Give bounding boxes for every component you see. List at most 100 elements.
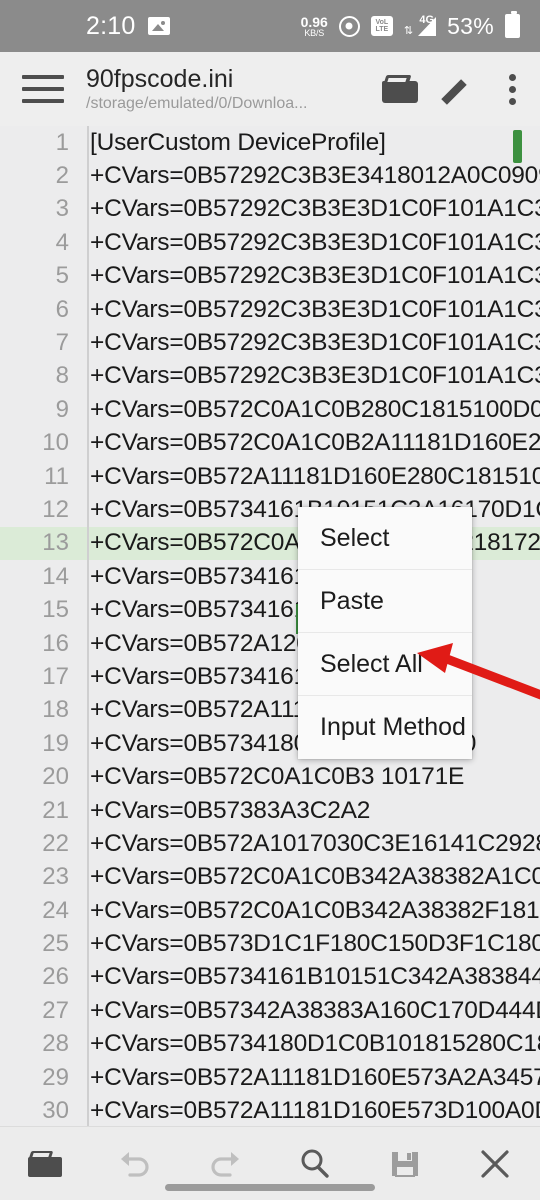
editor-line[interactable]: 9 +CVars=0B572C0A1C0B280C1815100D002A1C0D bbox=[0, 393, 540, 426]
editor-line[interactable]: 24 +CVars=0B572C0A1C0B342A38382F18150C1C4… bbox=[0, 894, 540, 927]
undo-button[interactable] bbox=[90, 1149, 180, 1179]
text-editor-app: 2:10 0.96 KB/S VoL LTE ⇅ 4G 53% 90fpscod… bbox=[0, 0, 540, 1200]
editor-line[interactable]: 27 +CVars=0B57342A38383A160C170D444D5749 bbox=[0, 994, 540, 1027]
line-number: 10 bbox=[42, 429, 69, 457]
dot bbox=[508, 85, 516, 93]
editor-line[interactable]: 1 [UserCustom DeviceProfile] bbox=[0, 126, 540, 159]
network-speed-value: 0.96 bbox=[300, 13, 328, 30]
editor-line[interactable]: 11 +CVars=0B572A11181D160E280C1815100D004… bbox=[0, 460, 540, 493]
line-text[interactable]: +CVars=0B572A1017030C3E16141C29283B3E351 bbox=[78, 830, 540, 858]
line-text[interactable]: +CVars=0B572A11181D160E573A2A34573418013 bbox=[78, 1064, 540, 1092]
text-context-menu[interactable]: Select Paste Select All Input Method bbox=[298, 507, 472, 759]
line-text[interactable]: +CVars=0B572C0A1C0B280C1815100D002A1C0D bbox=[78, 396, 540, 424]
vertical-scrollbar-thumb[interactable] bbox=[513, 130, 522, 163]
editor-line[interactable]: 25 +CVars=0B573D1C1F180C150D3F1C180D0C0B1… bbox=[0, 927, 540, 960]
redo-button[interactable] bbox=[180, 1149, 270, 1179]
editor-line[interactable]: 7 +CVars=0B57292C3B3E3D1C0F101A1C3F292A2C bbox=[0, 326, 540, 359]
line-number: 5 bbox=[55, 262, 69, 290]
pencil-edit-icon[interactable] bbox=[441, 74, 478, 105]
battery-percent-label: 53% bbox=[447, 12, 494, 39]
redo-icon bbox=[211, 1151, 239, 1177]
line-text[interactable]: +CVars=0B57292C3B3E3D1C0F101A1C3F292A2C bbox=[78, 329, 540, 357]
context-menu-item-input-method[interactable]: Input Method bbox=[298, 696, 472, 759]
open-folder-button[interactable] bbox=[0, 1150, 90, 1177]
hamburger-bar bbox=[22, 99, 64, 103]
editor-line[interactable]: 20 +CVars=0B572C0A1C0B3 10171E bbox=[0, 760, 540, 793]
context-menu-item-select[interactable]: Select bbox=[298, 507, 472, 570]
file-name-label: 90fpscode.ini bbox=[86, 64, 234, 93]
network-type-label: 4G bbox=[419, 13, 435, 26]
line-text[interactable]: +CVars=0B572C0A1C0B342A38382A1C0D0D1017 bbox=[78, 863, 540, 891]
line-number: 22 bbox=[42, 829, 69, 857]
editor-line[interactable]: 23 +CVars=0B572C0A1C0B342A38382A1C0D0D101… bbox=[0, 861, 540, 894]
gutter-divider bbox=[87, 126, 89, 1126]
line-number: 29 bbox=[42, 1063, 69, 1091]
line-number: 18 bbox=[42, 696, 69, 724]
line-text[interactable]: +CVars=0B572A11181D160E280C1815100D0044 bbox=[78, 463, 540, 491]
search-button[interactable] bbox=[270, 1147, 360, 1181]
status-bar-right: 0.96 KB/S VoL LTE ⇅ 4G 53% bbox=[300, 11, 520, 40]
line-number: 14 bbox=[42, 562, 69, 590]
line-text[interactable]: +CVars=0B57292C3B3E3D1C0F101A1C3F292A34 bbox=[78, 229, 540, 257]
line-text[interactable]: +CVars=0B572C0A1C0B2A11181D160E2A0E100D bbox=[78, 429, 540, 457]
line-text[interactable]: +CVars=0B57292C3B3E3D1C0F101A1C3F292A31 bbox=[78, 262, 540, 290]
line-number: 3 bbox=[55, 195, 69, 223]
more-vertical-icon[interactable] bbox=[508, 73, 516, 105]
editor-line[interactable]: 26 +CVars=0B5734161B10151C342A38384448574… bbox=[0, 961, 540, 994]
folder-open-icon[interactable] bbox=[382, 75, 418, 103]
app-bar-actions bbox=[382, 73, 516, 105]
line-number: 27 bbox=[42, 996, 69, 1024]
line-number: 12 bbox=[42, 495, 69, 523]
editor-line[interactable]: 2 +CVars=0B57292C3B3E3418012A0C0909160B0D… bbox=[0, 159, 540, 192]
editor-line[interactable]: 3 +CVars=0B57292C3B3E3D1C0F101A1C3F292A35 bbox=[0, 193, 540, 226]
hotspot-icon bbox=[338, 15, 360, 37]
battery-icon bbox=[505, 11, 520, 38]
line-number: 4 bbox=[55, 228, 69, 256]
line-text[interactable]: +CVars=0B5734180D1C0B101815280C1815100D0 bbox=[78, 1030, 540, 1058]
file-info: 90fpscode.ini /storage/emulated/0/Downlo… bbox=[86, 65, 307, 114]
line-text[interactable]: +CVars=0B5734161B10151C342A383844485749 bbox=[78, 963, 540, 991]
line-text[interactable]: +CVars=0B57292C3B3E3D1C0F101A1C3F292A35 bbox=[78, 195, 540, 223]
line-text[interactable]: +CVars=0B57292C3B3E3D1C0F101A1C3F292A31 bbox=[78, 296, 540, 324]
line-number: 19 bbox=[42, 729, 69, 757]
line-text[interactable]: +CVars=0B572A11181D160E573D100A0D18171A bbox=[78, 1097, 540, 1125]
editor-line[interactable]: 30 +CVars=0B572A11181D160E573D100A0D18171… bbox=[0, 1094, 540, 1126]
editor-line[interactable]: 29 +CVars=0B572A11181D160E573A2A345734180… bbox=[0, 1061, 540, 1094]
line-text[interactable]: +CVars=0B57292C3B3E3418012A0C0909160B0D1 bbox=[78, 162, 540, 190]
line-number: 9 bbox=[55, 395, 69, 423]
line-number: 8 bbox=[55, 362, 69, 390]
dot bbox=[508, 73, 516, 81]
context-menu-item-paste[interactable]: Paste bbox=[298, 570, 472, 633]
folder-notch bbox=[32, 1152, 50, 1157]
save-button[interactable] bbox=[360, 1149, 450, 1179]
line-number: 23 bbox=[42, 863, 69, 891]
editor-line[interactable]: 4 +CVars=0B57292C3B3E3D1C0F101A1C3F292A34 bbox=[0, 226, 540, 259]
line-text[interactable]: +CVars=0B57383A3C2A2 bbox=[78, 797, 370, 825]
line-number: 25 bbox=[42, 930, 69, 958]
editor-line[interactable]: 21 +CVars=0B57383A3C2A2 bbox=[0, 794, 540, 827]
close-button[interactable] bbox=[450, 1148, 540, 1180]
line-number: 1 bbox=[55, 128, 69, 156]
status-bar-clock: 2:10 bbox=[86, 11, 136, 40]
editor-line[interactable]: 5 +CVars=0B57292C3B3E3D1C0F101A1C3F292A31 bbox=[0, 260, 540, 293]
line-text[interactable]: +CVars=0B572C0A1C0B342A38382F18150C1C44 bbox=[78, 897, 540, 925]
line-number: 11 bbox=[44, 462, 69, 490]
line-number: 20 bbox=[42, 763, 69, 791]
editor-line[interactable]: 22 +CVars=0B572A1017030C3E16141C29283B3E3… bbox=[0, 827, 540, 860]
line-text[interactable]: [UserCustom DeviceProfile] bbox=[78, 129, 386, 157]
editor-line[interactable]: 6 +CVars=0B57292C3B3E3D1C0F101A1C3F292A31 bbox=[0, 293, 540, 326]
line-text[interactable]: +CVars=0B57292C3B3E3D1C0F101A1C3F292A2C bbox=[78, 362, 540, 390]
close-x-icon bbox=[481, 1149, 509, 1178]
line-text[interactable]: +CVars=0B573D1C1F180C150D3F1C180D0C0B1C bbox=[78, 930, 540, 958]
line-text[interactable]: +CVars=0B57342A38383A160C170D444D5749 bbox=[78, 997, 540, 1025]
editor-line[interactable]: 28 +CVars=0B5734180D1C0B101815280C1815100… bbox=[0, 1028, 540, 1061]
data-transfer-arrows-icon: ⇅ bbox=[403, 24, 414, 37]
line-text[interactable]: +CVars=0B572C0A1C0B3 10171E bbox=[78, 763, 464, 791]
editor-line[interactable]: 8 +CVars=0B57292C3B3E3D1C0F101A1C3F292A2C bbox=[0, 360, 540, 393]
editor-line[interactable]: 10 +CVars=0B572C0A1C0B2A11181D160E2A0E100… bbox=[0, 427, 540, 460]
hamburger-bar bbox=[22, 75, 64, 79]
volte-label-bottom: LTE bbox=[375, 26, 389, 33]
hamburger-menu-icon[interactable] bbox=[22, 75, 64, 103]
signal-bars-icon: ⇅ 4G bbox=[403, 13, 437, 37]
context-menu-item-select-all[interactable]: Select All bbox=[298, 633, 472, 696]
